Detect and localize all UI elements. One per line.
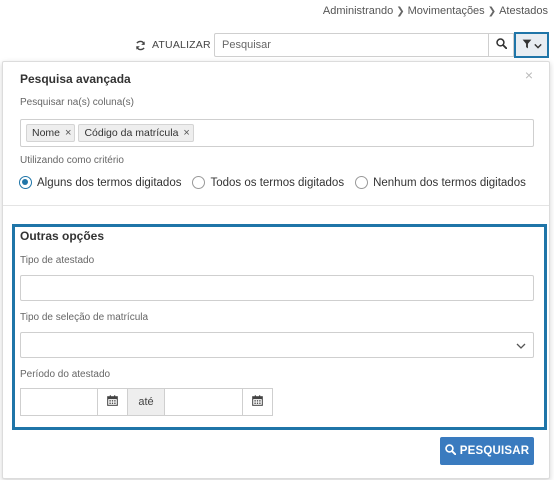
chevron-right-icon: ❯ <box>396 5 405 17</box>
search-input[interactable] <box>214 33 489 57</box>
periodo-label: Período do atestado <box>20 369 111 380</box>
column-tag-label: Nome <box>32 127 61 139</box>
tipo-selecao-select[interactable] <box>20 332 534 358</box>
periodo-start-input[interactable] <box>20 388 98 416</box>
criteria-radio-nenhum[interactable]: Nenhum dos termos digitados <box>355 176 526 189</box>
radio-unchecked-icon <box>192 176 206 189</box>
pesquisar-button[interactable]: PESQUISAR <box>440 437 534 465</box>
criteria-option-label: Nenhum dos termos digitados <box>373 176 526 189</box>
column-tag-codigo-matricula: Código da matrícula × <box>78 124 194 142</box>
periodo-date-range: até <box>20 388 273 416</box>
periodo-end-input[interactable] <box>165 388 243 416</box>
filter-icon <box>522 38 532 52</box>
periodo-start-calendar-button[interactable] <box>98 388 128 416</box>
criteria-radio-todos[interactable]: Todos os termos digitados <box>192 176 344 189</box>
toolbar: ATUALIZAR <box>0 32 554 58</box>
remove-tag-icon[interactable]: × <box>65 127 71 139</box>
refresh-label: ATUALIZAR <box>152 39 211 51</box>
chevron-down-icon <box>533 38 542 52</box>
advanced-search-panel: × Pesquisa avançada Pesquisar na(s) colu… <box>2 61 550 479</box>
criteria-label: Utilizando como critério <box>20 155 124 166</box>
criteria-option-label: Todos os termos digitados <box>210 176 345 189</box>
search-icon <box>495 38 507 52</box>
criteria-option-label: Alguns dos termos digitados <box>37 176 182 189</box>
advanced-search-title: Pesquisa avançada <box>20 72 131 86</box>
columns-label: Pesquisar na(s) coluna(s) <box>20 97 134 108</box>
radio-unchecked-icon <box>355 176 369 189</box>
columns-multiselect[interactable]: Nome × Código da matrícula × <box>20 119 534 147</box>
tipo-atestado-label: Tipo de atestado <box>20 255 95 266</box>
refresh-button[interactable]: ATUALIZAR <box>135 35 211 55</box>
calendar-icon <box>252 395 263 409</box>
tipo-atestado-input[interactable] <box>20 275 534 301</box>
column-tag-label: Código da matrícula <box>84 127 179 139</box>
periodo-separator: até <box>128 388 165 416</box>
column-tag-nome: Nome × <box>26 124 76 142</box>
periodo-end-calendar-button[interactable] <box>243 388 273 416</box>
remove-tag-icon[interactable]: × <box>183 127 189 139</box>
chevron-right-icon: ❯ <box>487 5 497 17</box>
chevron-down-icon <box>516 338 526 352</box>
criteria-radio-alguns[interactable]: Alguns dos termos digitados <box>19 176 181 189</box>
breadcrumb: Administrando ❯ Movimentações ❯ Atestado… <box>323 5 548 17</box>
breadcrumb-item-movimentacoes[interactable]: Movimentações <box>408 5 485 17</box>
search-button[interactable] <box>488 33 514 57</box>
breadcrumb-item-atestados: Atestados <box>499 5 548 17</box>
pesquisar-label: PESQUISAR <box>459 445 530 457</box>
radio-checked-icon <box>19 176 32 189</box>
tipo-selecao-label: Tipo de seleção de matrícula <box>20 312 149 323</box>
refresh-icon <box>135 40 146 51</box>
calendar-icon <box>107 395 118 409</box>
other-options-title: Outras opções <box>20 229 105 243</box>
section-divider <box>3 205 549 206</box>
close-icon[interactable]: × <box>525 68 533 82</box>
search-icon <box>444 444 456 458</box>
criteria-radio-group: Alguns dos termos digitados Todos os ter… <box>19 176 537 189</box>
breadcrumb-item-administrando[interactable]: Administrando <box>323 5 393 17</box>
advanced-filter-toggle[interactable] <box>514 32 549 58</box>
